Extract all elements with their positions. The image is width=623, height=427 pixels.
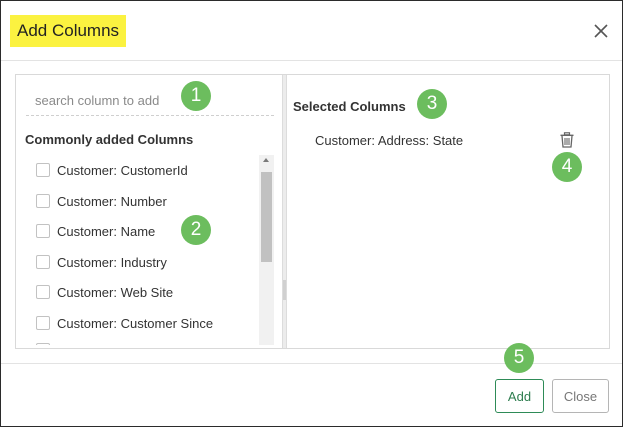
annotation-badge-4: 4 bbox=[552, 152, 582, 182]
annotation-badge-5: 5 bbox=[504, 343, 534, 373]
list-item[interactable]: Customer: Number bbox=[36, 190, 167, 212]
dialog-title: Add Columns bbox=[10, 15, 127, 47]
splitter-grip[interactable] bbox=[283, 280, 286, 300]
scroll-thumb[interactable] bbox=[261, 172, 272, 262]
close-button[interactable]: Close bbox=[552, 379, 609, 413]
annotation-badge-1: 1 bbox=[181, 81, 211, 111]
checkbox[interactable] bbox=[36, 343, 50, 345]
scroll-up-arrow-icon[interactable] bbox=[263, 158, 269, 162]
trash-icon[interactable] bbox=[560, 132, 574, 148]
annotation-badge-3: 3 bbox=[417, 89, 447, 119]
checkbox[interactable] bbox=[36, 285, 50, 299]
dialog-header: Add Columns bbox=[1, 1, 622, 61]
search-column-input[interactable] bbox=[26, 86, 274, 116]
available-columns-title: Commonly added Columns bbox=[25, 132, 194, 147]
available-columns-panel: Commonly added Columns Customer: Custome… bbox=[16, 75, 282, 348]
add-columns-dialog: Add Columns Commonly added Columns Custo… bbox=[0, 0, 623, 427]
checkbox[interactable] bbox=[36, 224, 50, 238]
columns-panels: Commonly added Columns Customer: Custome… bbox=[15, 74, 610, 349]
list-item-label: Customer: Customer Since bbox=[57, 315, 214, 331]
list-item[interactable]: Customer: Web Site bbox=[36, 281, 173, 303]
list-item[interactable]: Customer: Customer Since bbox=[36, 312, 213, 334]
checkbox[interactable] bbox=[36, 194, 50, 208]
checkbox[interactable] bbox=[36, 163, 50, 177]
annotation-badge-2: 2 bbox=[181, 215, 211, 245]
list-item-label: Customer: CustomerId bbox=[57, 162, 188, 178]
list-item-label: Customer: Industry bbox=[57, 254, 167, 270]
list-item-partial[interactable] bbox=[36, 339, 57, 345]
checkbox[interactable] bbox=[36, 316, 50, 330]
checkbox[interactable] bbox=[36, 255, 50, 269]
list-item[interactable]: Customer: Name bbox=[36, 220, 155, 242]
selected-columns-panel: Selected Columns Customer: Address: Stat… bbox=[287, 75, 609, 348]
close-icon[interactable] bbox=[591, 21, 611, 41]
list-item[interactable]: Customer: CustomerId bbox=[36, 159, 188, 181]
list-item-label: Customer: Name bbox=[57, 223, 156, 239]
list-item[interactable]: Customer: Industry bbox=[36, 251, 167, 273]
selected-columns-title: Selected Columns bbox=[293, 99, 406, 114]
available-columns-list: Customer: CustomerId Customer: Number Cu… bbox=[16, 155, 260, 345]
selected-column-item: Customer: Address: State bbox=[315, 133, 464, 148]
list-item-label: Customer: Number bbox=[57, 193, 167, 209]
list-item-label: Customer: Web Site bbox=[57, 284, 174, 300]
add-button[interactable]: Add bbox=[495, 379, 544, 413]
list-scrollbar[interactable] bbox=[259, 155, 274, 345]
